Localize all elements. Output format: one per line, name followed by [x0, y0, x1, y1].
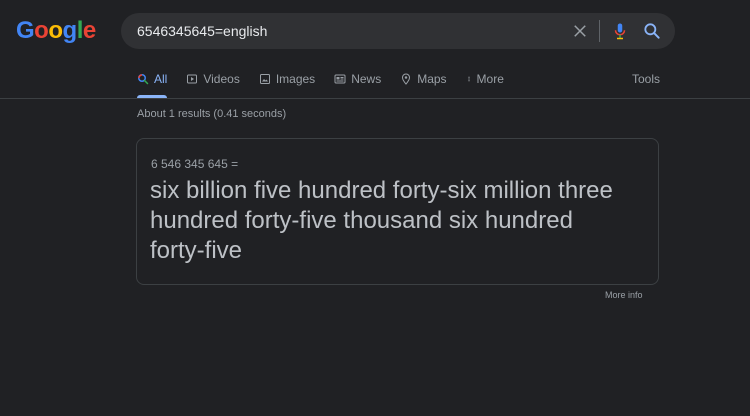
map-pin-icon	[402, 73, 411, 85]
close-icon[interactable]	[571, 22, 589, 40]
search-results-page: Google 6546345645=english All Videos Ima…	[0, 0, 750, 416]
tab-all[interactable]: All	[137, 66, 168, 98]
tab-news[interactable]: News	[334, 66, 381, 92]
result-stats: About 1 results (0.41 seconds)	[137, 108, 287, 120]
tab-label: More	[476, 72, 504, 86]
tab-images[interactable]: Images	[259, 66, 315, 92]
logo-letter: o	[34, 17, 49, 44]
search-divider	[599, 20, 600, 42]
tab-maps[interactable]: Maps	[400, 66, 447, 92]
tab-label: Videos	[203, 72, 240, 86]
logo-letter: e	[82, 17, 96, 44]
search-input[interactable]: 6546345645=english	[137, 13, 267, 49]
logo-letter: g	[62, 17, 78, 44]
microphone-icon[interactable]	[611, 21, 629, 41]
answer-text: six billion five hundred forty-six milli…	[150, 177, 613, 264]
more-vert-icon	[467, 76, 470, 82]
search-box[interactable]: 6546345645=english	[121, 13, 675, 49]
answer-expression: 6 546 345 645 =	[151, 157, 239, 171]
news-icon	[334, 74, 346, 84]
logo-letter: o	[48, 17, 63, 44]
search-tabs: All Videos Images News Maps More	[137, 66, 523, 98]
tab-more[interactable]: More	[466, 66, 504, 92]
logo-letter: G	[16, 17, 35, 44]
tab-label: All	[154, 72, 168, 86]
tab-label: News	[351, 72, 382, 86]
image-icon	[259, 74, 270, 84]
tools-button[interactable]: Tools	[632, 66, 660, 92]
tabs-divider	[0, 98, 750, 99]
tab-videos[interactable]: Videos	[186, 66, 240, 92]
tab-label: Images	[275, 72, 316, 86]
more-info-link[interactable]: More info	[605, 290, 643, 300]
search-icon	[138, 74, 149, 85]
answer-card: 6 546 345 645 = six billion five hundred…	[136, 138, 659, 285]
video-icon	[187, 74, 198, 84]
tab-label: Maps	[417, 72, 447, 86]
search-icon[interactable]	[642, 21, 662, 41]
google-logo[interactable]: Google	[16, 19, 96, 43]
